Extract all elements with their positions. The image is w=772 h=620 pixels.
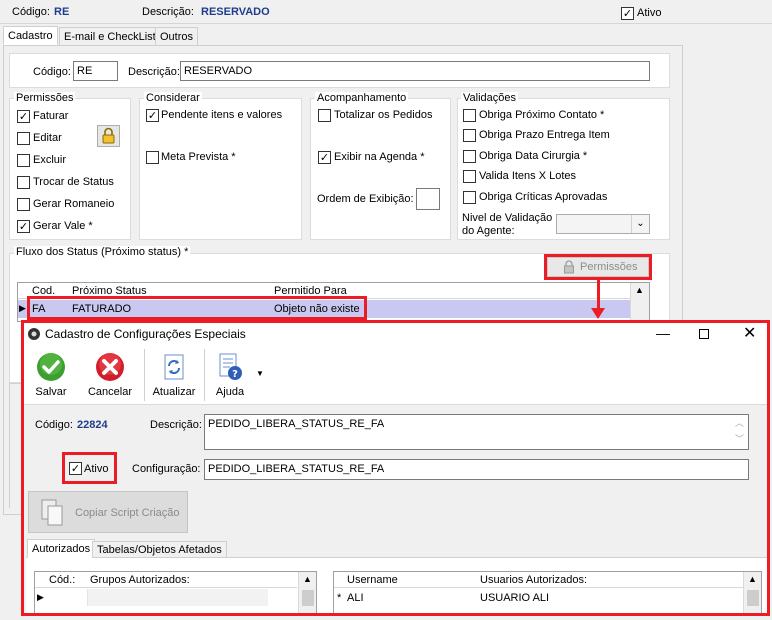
meta-prevista-label: Meta Prevista * <box>161 151 236 163</box>
obriga-prazo-entrega-checkbox[interactable] <box>463 129 476 142</box>
nivel-validacao-label: Nivel de Validação <box>462 212 553 224</box>
excluir-label: Excluir <box>33 154 67 166</box>
valida-itens-lotes-label: Valida Itens X Lotes <box>479 170 577 182</box>
descricao-input[interactable]: RESERVADO <box>180 61 650 81</box>
obriga-criticas-label: Obriga Críticas Aprovadas <box>479 191 608 203</box>
valida-itens-lotes-checkbox[interactable] <box>463 170 476 183</box>
scroll-up-icon: ▲ <box>635 285 644 295</box>
obriga-criticas-checkbox[interactable] <box>463 191 476 204</box>
dialog-highlight <box>21 320 770 616</box>
gerar-vale-label: Gerar Vale * <box>33 220 93 232</box>
meta-prevista-checkbox[interactable] <box>146 151 159 164</box>
lock-icon <box>102 127 115 144</box>
top-ativo-checkbox[interactable]: ✓ <box>621 7 634 20</box>
trocar-status-label: Trocar de Status <box>33 176 114 188</box>
ativo-highlight <box>62 452 117 484</box>
tab-outros[interactable]: Outros <box>155 27 199 46</box>
obriga-proximo-contato-label: Obriga Próximo Contato * <box>479 109 605 121</box>
pendente-itens-label: Pendente itens e valores <box>161 109 283 121</box>
top-descricao-label: Descrição: <box>142 6 194 18</box>
obriga-proximo-contato-checkbox[interactable] <box>463 109 476 122</box>
top-bar: Código: RE Descrição: RESERVADO ✓ Ativo <box>0 0 772 24</box>
chevron-down-icon: ⌄ <box>631 215 649 233</box>
pendente-itens-checkbox[interactable]: ✓ <box>146 109 159 122</box>
gerar-vale-checkbox[interactable]: ✓ <box>17 220 30 233</box>
obriga-data-cirurgia-label: Obriga Data Cirurgia * <box>479 150 588 162</box>
obriga-data-cirurgia-checkbox[interactable] <box>463 150 476 163</box>
editar-lock-button[interactable] <box>97 125 120 147</box>
faturar-label: Faturar <box>33 110 69 122</box>
top-descricao-value: RESERVADO <box>201 6 270 18</box>
codigo-label: Código: <box>33 66 71 78</box>
editar-label: Editar <box>33 132 62 144</box>
top-codigo-value: RE <box>54 6 70 18</box>
validacoes-title: Validações <box>461 92 518 104</box>
excluir-checkbox[interactable] <box>17 154 30 167</box>
ordem-exibicao-input[interactable] <box>416 188 440 210</box>
obriga-prazo-entrega-label: Obriga Prazo Entrega Item <box>479 129 610 141</box>
totalizar-pedidos-checkbox[interactable] <box>318 109 331 122</box>
acompanhamento-title: Acompanhamento <box>315 92 409 104</box>
fluxo-title: Fluxo dos Status (Próximo status) * <box>14 246 191 258</box>
gerar-romaneio-checkbox[interactable] <box>17 198 30 211</box>
row-pointer-icon: ▶ <box>19 303 26 313</box>
top-codigo-label: Código: <box>12 6 50 18</box>
top-ativo-label: Ativo <box>637 7 662 19</box>
tab-cadastro[interactable]: Cadastro <box>3 26 58 45</box>
gerar-romaneio-label: Gerar Romaneio <box>33 198 115 210</box>
arrow-head-icon <box>591 308 605 319</box>
arrow-line <box>597 280 600 310</box>
ordem-exibicao-label: Ordem de Exibição: <box>317 193 414 205</box>
nivel-validacao-select[interactable]: ⌄ <box>556 214 650 234</box>
faturar-checkbox[interactable]: ✓ <box>17 110 30 123</box>
nivel-validacao-label-2: do Agente: <box>462 225 515 237</box>
row-highlight <box>27 296 367 320</box>
exibir-agenda-checkbox[interactable]: ✓ <box>318 151 331 164</box>
exibir-agenda-label: Exibir na Agenda * <box>334 151 425 163</box>
totalizar-pedidos-label: Totalizar os Pedidos <box>334 109 433 121</box>
tab-email-checklist[interactable]: E-mail e CheckList <box>59 27 161 46</box>
permissoes-button-highlight <box>544 254 652 280</box>
editar-checkbox[interactable] <box>17 132 30 145</box>
considerar-title: Considerar <box>144 92 202 104</box>
descricao-label: Descrição: <box>128 66 180 78</box>
permissoes-title: Permissões <box>14 92 76 104</box>
codigo-input[interactable]: RE <box>73 61 118 81</box>
fluxo-scrollbar[interactable]: ▲ <box>630 283 649 321</box>
trocar-status-checkbox[interactable] <box>17 176 30 189</box>
